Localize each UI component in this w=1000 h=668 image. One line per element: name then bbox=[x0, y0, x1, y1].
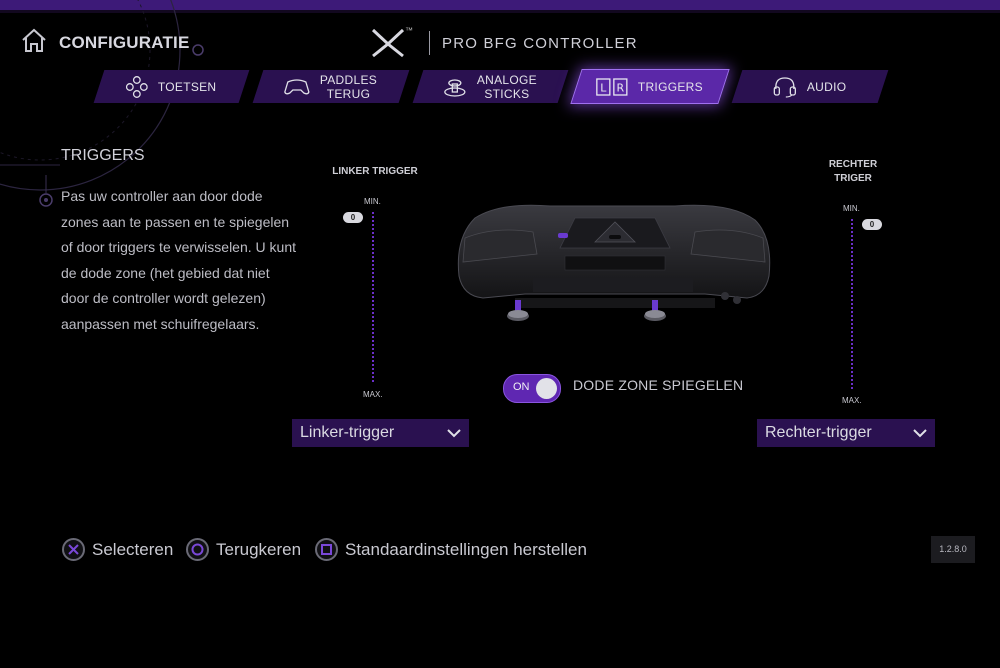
svg-text:R: R bbox=[617, 81, 625, 94]
left-max-label: MAX. bbox=[363, 390, 383, 399]
headset-icon bbox=[774, 76, 797, 98]
tab-label: PADDLES TERUG bbox=[320, 72, 378, 101]
dpad-icon bbox=[126, 75, 149, 98]
version-badge: 1.2.8.0 bbox=[931, 536, 975, 563]
tab-label: TOETSEN bbox=[158, 79, 217, 94]
tab-triggers[interactable]: L R TRIGGERS bbox=[570, 69, 730, 104]
right-trigger-label: RECHTER TRIGER bbox=[828, 159, 878, 184]
top-accent-bar bbox=[0, 0, 1000, 13]
tab-paddles-terug[interactable]: PADDLES TERUG bbox=[252, 70, 410, 103]
mirror-deadzone-toggle[interactable]: ON bbox=[503, 374, 561, 403]
mirror-deadzone-label: DODE ZONE SPIEGELEN bbox=[573, 377, 744, 393]
right-slider-thumb[interactable]: 0 bbox=[862, 219, 882, 230]
tab-analoge-sticks[interactable]: ANALOGE STICKS bbox=[412, 70, 569, 103]
right-trigger-dropdown[interactable]: Rechter-trigger bbox=[757, 419, 935, 447]
brand-divider bbox=[429, 31, 430, 55]
page-title: CONFIGURATIE bbox=[59, 33, 190, 52]
product-name: PRO BFG CONTROLLER bbox=[442, 35, 638, 52]
controller-back-icon bbox=[284, 78, 311, 94]
hint-label: Standaardinstellingen herstellen bbox=[345, 539, 587, 559]
right-trigger-selected: Rechter-trigger bbox=[765, 424, 872, 441]
analog-stick-icon bbox=[444, 78, 467, 97]
square-button-icon bbox=[315, 538, 338, 561]
left-slider-thumb[interactable]: 0 bbox=[343, 212, 363, 223]
hint-select[interactable]: Selecteren bbox=[62, 537, 173, 562]
section-title: TRIGGERS bbox=[61, 147, 145, 164]
trademark-mark: ™ bbox=[405, 26, 413, 35]
left-trigger-label: LINKER TRIGGER bbox=[332, 166, 418, 177]
hint-label: Selecteren bbox=[92, 539, 174, 559]
circle-button-icon bbox=[186, 538, 209, 561]
tab-audio[interactable]: AUDIO bbox=[731, 70, 889, 103]
section-description: Pas uw controller aan door dode zones aa… bbox=[61, 188, 296, 332]
right-min-label: MIN. bbox=[843, 204, 860, 213]
right-max-label: MAX. bbox=[842, 396, 862, 405]
controller-image bbox=[457, 204, 771, 321]
left-trigger-selected: Linker-trigger bbox=[300, 424, 395, 441]
tab-label: AUDIO bbox=[807, 79, 847, 94]
toggle-thumb bbox=[536, 378, 557, 399]
chevron-down-icon bbox=[447, 428, 461, 437]
hint-back[interactable]: Terugkeren bbox=[186, 537, 301, 562]
tab-toetsen[interactable]: TOETSEN bbox=[93, 70, 250, 103]
hint-reset-defaults[interactable]: Standaardinstellingen herstellen bbox=[315, 537, 587, 562]
tab-label: TRIGGERS bbox=[638, 79, 704, 94]
toggle-state-label: ON bbox=[513, 381, 530, 393]
cross-button-icon bbox=[62, 538, 85, 561]
tab-label: ANALOGE STICKS bbox=[477, 72, 538, 101]
left-deadzone-slider[interactable] bbox=[372, 212, 376, 382]
svg-text:L: L bbox=[601, 81, 608, 94]
hint-label: Terugkeren bbox=[216, 539, 302, 559]
brand-logo-icon bbox=[371, 28, 405, 58]
home-icon[interactable] bbox=[20, 27, 48, 55]
chevron-down-icon bbox=[913, 428, 927, 437]
right-deadzone-slider[interactable] bbox=[851, 219, 855, 389]
left-min-label: MIN. bbox=[364, 197, 381, 206]
left-trigger-dropdown[interactable]: Linker-trigger bbox=[292, 419, 469, 447]
lr-triggers-icon: L R bbox=[596, 77, 629, 96]
